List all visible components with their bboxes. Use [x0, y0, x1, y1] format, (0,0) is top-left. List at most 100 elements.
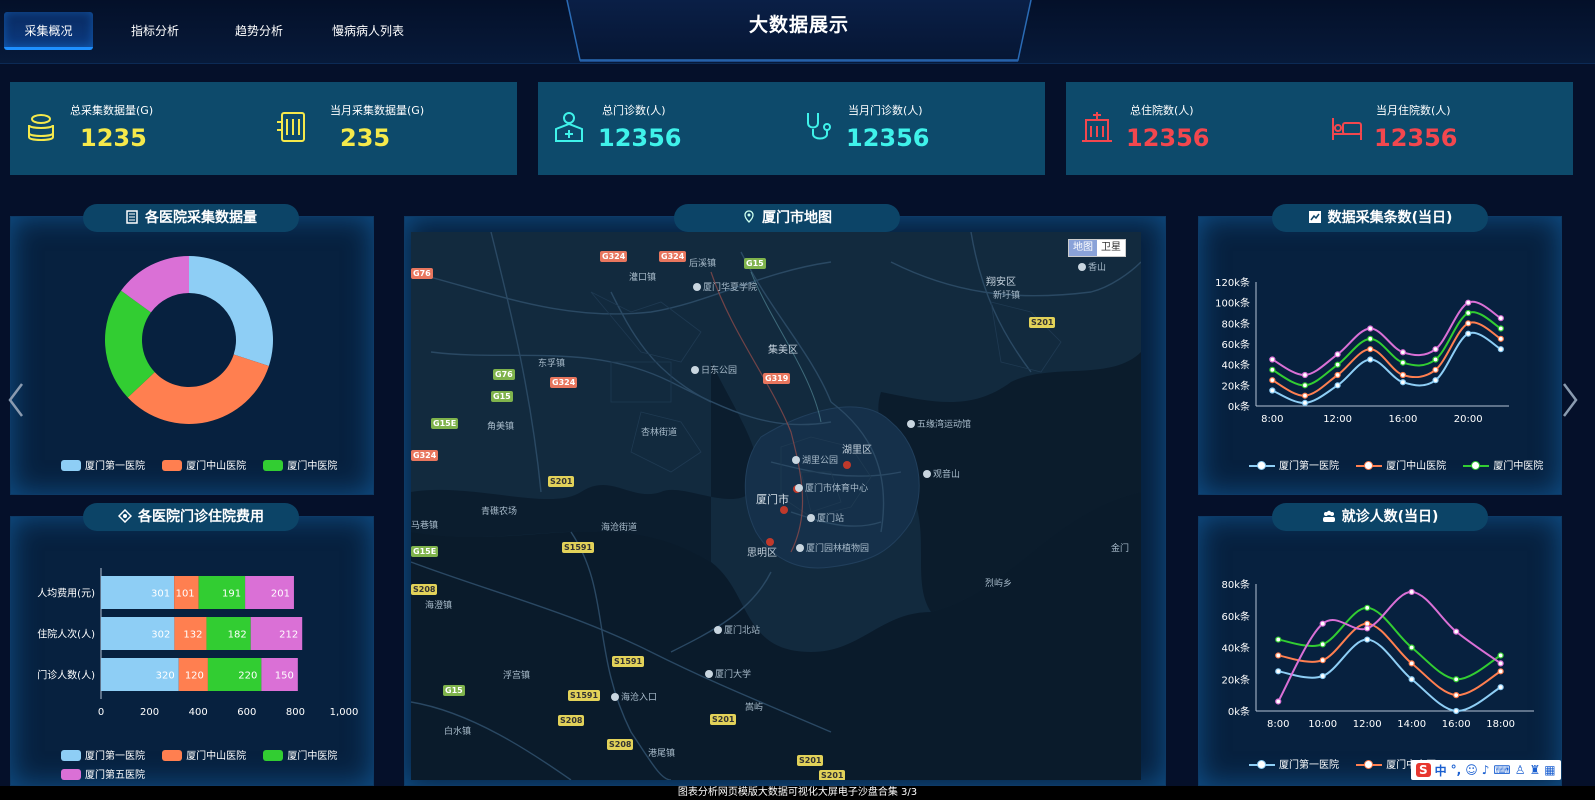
series-point [1432, 377, 1439, 384]
legend-item[interactable]: 厦门中医院 [263, 747, 337, 762]
map-poi: 日东公园 [691, 363, 737, 376]
keyboard-icon[interactable]: ⌨ [1493, 763, 1510, 777]
ime-mode-toggle[interactable]: 中 [1435, 762, 1447, 779]
bar-value-label: 120 [185, 671, 204, 682]
x-tick-label: 200 [140, 707, 159, 718]
series-point [1301, 371, 1309, 379]
tab-indicator-analysis[interactable]: 指标分析 [110, 12, 200, 50]
road-badge: G15E [411, 546, 439, 557]
road-badge: G15 [744, 258, 766, 269]
poi-marker-icon [792, 456, 800, 464]
series-point [1367, 356, 1374, 363]
poi-marker-icon [1078, 263, 1086, 271]
legend-item[interactable]: 厦门中山医院 [162, 747, 246, 762]
skin-shirt-icon[interactable]: ♜ [1530, 763, 1541, 777]
series-point [1432, 366, 1439, 373]
y-tick-label: 60k条 [1221, 338, 1250, 351]
y-tick-label: 80k条 [1221, 317, 1250, 330]
road-badge: S208 [607, 739, 634, 750]
bar-value-label: 150 [275, 671, 294, 682]
ime-toolbar[interactable]: S 中 °, ☺ ♪ ⌨ ♙ ♜ ▦ [1411, 760, 1561, 780]
road-badge: G324 [550, 377, 578, 388]
series-point [1301, 399, 1309, 406]
series-point [1364, 625, 1371, 632]
legend-item[interactable]: 厦门中山医院 [1356, 457, 1446, 472]
series-point [1269, 387, 1276, 394]
tab-collect-overview[interactable]: 采集概况 [4, 12, 93, 50]
map-label-town: 杏林街道 [641, 428, 678, 438]
legend-label: 厦门第一医院 [85, 751, 145, 762]
legend-item[interactable]: 厦门中医院 [1463, 457, 1543, 472]
legend-swatch [162, 750, 183, 761]
next-page-arrow-icon[interactable] [1558, 380, 1582, 420]
series-point [1497, 652, 1504, 659]
panel-title-hospital-collect: 各医院采集数据量 [83, 204, 299, 232]
user-icon[interactable]: ♙ [1515, 763, 1526, 777]
series-point [1408, 660, 1415, 667]
map-label-town: 金门 [1111, 544, 1130, 554]
legend-item[interactable]: 厦门第一医院 [61, 457, 145, 472]
bar-value-label: 320 [156, 671, 175, 682]
legend-swatch [263, 460, 284, 471]
map-mode-button[interactable]: 地图 [1069, 240, 1097, 256]
map-label-town: 后溪镇 [689, 259, 717, 269]
people-group-icon [1322, 510, 1335, 522]
map-label-district: 马巷镇 [411, 521, 439, 531]
series-point [1319, 620, 1326, 627]
series-point [1497, 346, 1504, 353]
legend-item[interactable]: 厦门第一医院 [1249, 756, 1339, 771]
legend-item[interactable]: 厦门第一医院 [61, 747, 145, 762]
poi-marker-icon [796, 544, 804, 552]
road-badge: S201 [710, 714, 737, 725]
list-document-icon [126, 210, 138, 224]
satellite-mode-button[interactable]: 卫星 [1097, 240, 1125, 256]
bar-value-label: 101 [176, 589, 195, 600]
panel-title-map: 厦门市地图 [674, 204, 900, 232]
y-category-label: 人均费用(元) [37, 587, 95, 600]
xiamen-map[interactable]: 翔安区 集美区 湖里区 厦门市 思明区 海沧街道 新圩镇 马巷镇 香山 厦门华夏… [411, 232, 1141, 780]
tab-trend-analysis[interactable]: 趋势分析 [214, 12, 304, 50]
panel-visit-count: 0k条 20k条 40k条 60k条 80k条 8:00 10:00 12:00 14:00 16… [1198, 516, 1562, 786]
legend-item[interactable]: 厦门中山医院 [162, 457, 246, 472]
x-tick-label: 20:00 [1454, 414, 1483, 425]
stat-label: 当月门诊数(人) [848, 104, 923, 117]
road-badge: S201 [819, 770, 846, 780]
panel-title-collect-count: 数据采集条数(当日) [1272, 204, 1488, 232]
emoji-icon[interactable]: ☺ [1465, 763, 1478, 777]
map-poi: 厦门华夏学院 [693, 280, 757, 293]
stat-value: 12356 [598, 124, 682, 152]
series-point [1364, 636, 1371, 643]
legend-item[interactable]: 厦门第五医院 [61, 766, 145, 781]
legend-swatch [1356, 759, 1383, 770]
road-badge: G15 [491, 391, 513, 402]
microphone-icon[interactable]: ♪ [1482, 763, 1490, 777]
tab-chronic-patient-list[interactable]: 慢病病人列表 [318, 12, 418, 50]
prev-page-arrow-icon[interactable] [4, 380, 28, 420]
stat-label: 总住院数(人) [1130, 104, 1194, 117]
series-point [1301, 382, 1309, 389]
map-poi: 厦门大学 [705, 667, 751, 680]
series-point [1399, 371, 1407, 379]
map-poi: 厦门站 [807, 511, 844, 524]
x-tick-label: 12:00 [1353, 719, 1382, 730]
bar-value-label: 212 [279, 630, 298, 641]
punctuation-icon[interactable]: °, [1451, 763, 1462, 777]
y-tick-label: 20k条 [1221, 379, 1250, 392]
grid-menu-icon[interactable]: ▦ [1544, 763, 1555, 777]
series-point [1497, 325, 1504, 332]
y-tick-label: 120k条 [1215, 276, 1250, 289]
panel-title-hospital-fee: 各医院门诊住院费用 [83, 503, 299, 531]
legend-item[interactable]: 厦门中医院 [263, 457, 337, 472]
poi-marker-icon [923, 470, 931, 478]
legend-item[interactable]: 厦门第一医院 [1249, 457, 1339, 472]
x-tick-label: 0 [98, 707, 104, 718]
series-point [1399, 379, 1407, 386]
y-tick-label: 40k条 [1221, 359, 1250, 372]
series-point [1408, 676, 1415, 683]
stat-value: 12356 [1374, 124, 1458, 152]
series-point [1497, 668, 1504, 675]
map-label-town: 烈屿乡 [985, 579, 1013, 589]
map-type-switch[interactable]: 地图 卫星 [1068, 239, 1126, 257]
y-tick-label: 100k条 [1215, 297, 1250, 310]
x-tick-label: 8:00 [1267, 719, 1289, 730]
